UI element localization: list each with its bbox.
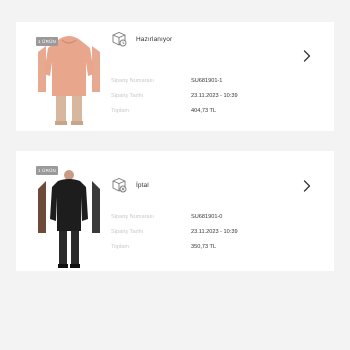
product-thumbnail: 1 ÜRÜN [36, 32, 102, 127]
order-date-value: 23.11.2023 - 10:39 [191, 229, 238, 235]
order-number-label: Sipariş Numarası [111, 214, 154, 220]
order-card[interactable]: 1 ÜRÜN Hazırlanıyor Sipariş Numarası SU6… [16, 22, 334, 131]
status-label: İptal [136, 181, 149, 189]
chevron-right-icon[interactable] [302, 179, 312, 193]
order-status: Hazırlanıyor [111, 31, 172, 47]
order-total-label: Toplam [111, 108, 130, 114]
package-status-icon [111, 177, 127, 193]
product-image [38, 36, 100, 125]
order-date-label: Sipariş Tarihi [111, 229, 143, 235]
order-number-value: SU681901-0 [191, 214, 223, 220]
chevron-right-icon[interactable] [302, 49, 312, 63]
order-status: İptal [111, 177, 149, 193]
order-total-value: 404,73 TL [191, 108, 217, 114]
item-count-badge: 1 ÜRÜN [36, 37, 58, 46]
status-label: Hazırlanıyor [136, 35, 173, 43]
order-date-value: 23.11.2023 - 10:39 [191, 93, 238, 99]
item-count-badge: 1 ÜRÜN [36, 166, 58, 175]
order-details: Sipariş Numarası SU681901-0 Sipariş Tari… [111, 210, 238, 255]
order-date-label: Sipariş Tarihi [111, 93, 143, 99]
order-total-value: 350,73 TL [191, 244, 217, 250]
order-total-label: Toplam [111, 244, 130, 250]
product-image [38, 170, 100, 268]
order-number-label: Sipariş Numarası [111, 78, 154, 84]
product-thumbnail: 1 ÜRÜN [36, 161, 102, 271]
order-details: Sipariş Numarası SU681901-1 Sipariş Tari… [111, 74, 238, 119]
package-status-icon [111, 31, 127, 47]
order-number-value: SU681901-1 [191, 78, 223, 84]
order-card[interactable]: 1 ÜRÜN İptal Sipariş Numarası SU681901-0… [16, 151, 334, 271]
